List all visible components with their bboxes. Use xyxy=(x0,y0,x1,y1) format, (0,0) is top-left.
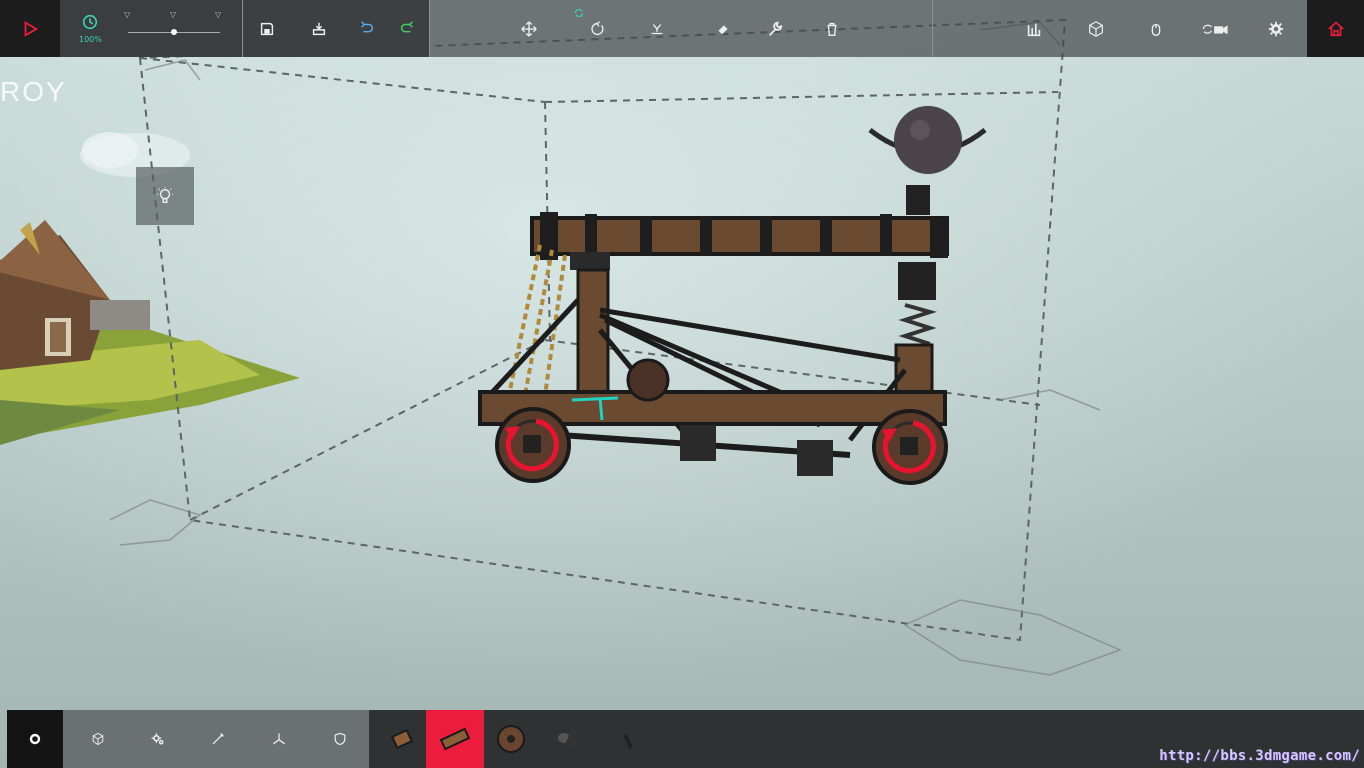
rotate-icon xyxy=(591,20,604,35)
slider-tick-icon: ▽ xyxy=(124,10,131,19)
part-small-block[interactable] xyxy=(373,710,430,768)
part-hinge[interactable] xyxy=(597,710,654,768)
hinge-icon xyxy=(618,727,633,749)
small-block-icon xyxy=(390,728,413,750)
delete-tool-button[interactable] xyxy=(811,0,853,57)
part-large-wheel[interactable] xyxy=(540,710,597,768)
cube-icon xyxy=(92,732,103,746)
category-flight[interactable] xyxy=(248,710,309,768)
play-icon xyxy=(24,20,39,37)
eraser-icon xyxy=(718,24,728,34)
cube-icon xyxy=(1089,20,1103,37)
wheel-left xyxy=(495,407,571,483)
settings-button[interactable] xyxy=(1255,0,1297,57)
part-wooden-block[interactable] xyxy=(426,710,484,768)
gear-icon xyxy=(1268,21,1284,36)
wheel-right xyxy=(872,409,948,485)
view-box-button[interactable] xyxy=(1075,0,1117,57)
view-tools xyxy=(933,0,1307,57)
wand-icon xyxy=(212,733,224,745)
light-toggle-button[interactable] xyxy=(136,167,194,225)
home-button[interactable] xyxy=(1307,0,1364,57)
build-scene[interactable] xyxy=(0,0,1364,768)
save-button[interactable] xyxy=(243,0,291,57)
part-wheel[interactable] xyxy=(482,710,539,768)
undo-icon xyxy=(361,20,374,32)
category-mechanical[interactable] xyxy=(127,710,188,768)
category-weapons[interactable] xyxy=(187,710,248,768)
clock-icon xyxy=(82,14,98,30)
erase-tool-button[interactable] xyxy=(702,0,744,57)
slider-tick-icon: ▽ xyxy=(170,10,177,19)
trash-icon xyxy=(827,22,837,36)
shield-icon xyxy=(334,732,345,746)
slider-tick-icon: ▽ xyxy=(215,10,222,19)
play-button[interactable] xyxy=(0,0,60,57)
gears-icon xyxy=(151,733,164,745)
watermark-text: http://bbs.3dmgame.com/ xyxy=(1159,748,1360,764)
undo-button[interactable] xyxy=(345,0,389,57)
redo-button[interactable] xyxy=(385,0,429,57)
bar-chart-icon xyxy=(1027,23,1041,36)
redo-icon xyxy=(400,20,413,32)
wooden-block-icon xyxy=(439,727,471,751)
time-scale-value: 100% xyxy=(79,35,102,44)
load-button[interactable] xyxy=(295,0,343,57)
camera-cycle-button[interactable] xyxy=(1189,0,1241,57)
move-tool-button[interactable] xyxy=(508,0,550,57)
stats-button[interactable] xyxy=(1013,0,1055,57)
top-toolbar: 100% ▽ ▽ ▽ xyxy=(0,0,1364,57)
category-basic[interactable] xyxy=(7,710,63,768)
mirror-icon xyxy=(651,23,663,34)
wrench-icon xyxy=(768,21,783,36)
background-sign-text: ROY xyxy=(0,76,67,107)
rotate-tool-button[interactable] xyxy=(576,0,618,57)
camera-icon xyxy=(1202,24,1228,34)
load-icon xyxy=(312,22,326,35)
time-scale-slider-handle[interactable] xyxy=(171,29,177,35)
move-arrows-icon xyxy=(521,20,537,37)
gear-ring-icon xyxy=(29,733,41,745)
category-blocks[interactable] xyxy=(67,710,128,768)
mouse-icon xyxy=(1151,23,1161,36)
wheel-icon xyxy=(496,725,525,753)
category-armour[interactable] xyxy=(309,710,370,768)
modify-tool-button[interactable] xyxy=(754,0,796,57)
file-tools xyxy=(243,0,429,57)
tripod-icon xyxy=(272,733,285,745)
home-icon xyxy=(1327,21,1344,36)
save-icon xyxy=(260,22,274,35)
time-scale-panel: 100% ▽ ▽ ▽ xyxy=(60,0,242,57)
build-tools xyxy=(430,0,932,57)
mirror-tool-button[interactable] xyxy=(636,0,678,57)
mouse-control-button[interactable] xyxy=(1135,0,1177,57)
large-wheel-icon xyxy=(557,729,580,749)
lightbulb-icon xyxy=(156,187,174,203)
